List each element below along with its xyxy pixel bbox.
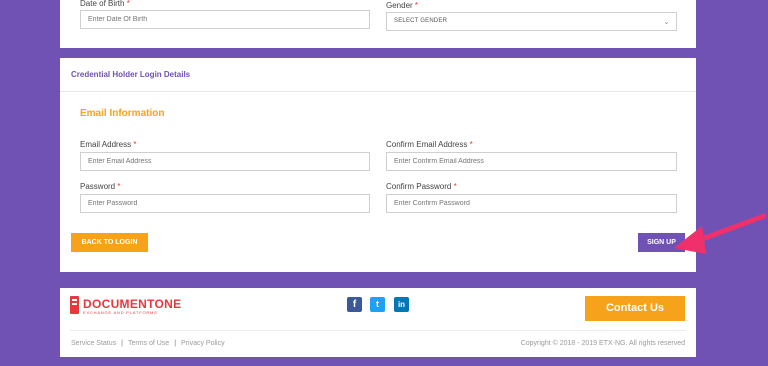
section-title: Credential Holder Login Details [71, 70, 191, 79]
dob-label: Date of Birth * [80, 0, 130, 8]
footer-divider [70, 330, 686, 331]
link-separator: | [174, 340, 177, 347]
email-info-heading: Email Information [80, 108, 165, 119]
confirm-email-label: Confirm Email Address * [386, 140, 473, 149]
email-input[interactable] [80, 152, 370, 171]
logo-tagline: EXCHANGE AND PLATFORMS [83, 310, 158, 315]
link-separator: | [121, 340, 123, 347]
service-status-link[interactable]: Service Status [71, 340, 116, 347]
password-input[interactable] [80, 194, 370, 213]
footer-links: Service Status | Terms of Use | Privacy Poli… [71, 340, 225, 347]
dob-input[interactable] [80, 10, 370, 29]
gender-select[interactable]: SELECT GENDER ⌄ [386, 12, 677, 31]
footer: DOCUMENTONE EXCHANGE AND PLATFORMS f t i… [60, 288, 696, 357]
confirm-password-input[interactable] [386, 194, 677, 213]
facebook-icon[interactable]: f [347, 297, 362, 312]
twitter-icon[interactable]: t [370, 297, 385, 312]
pointer-arrow-icon [674, 213, 767, 254]
contact-us-button[interactable]: Contact Us [585, 296, 685, 321]
password-label: Password * [80, 182, 121, 191]
copyright-text: Copyright © 2018 - 2019 ETX-NG. All righ… [520, 340, 685, 347]
confirm-email-input[interactable] [386, 152, 677, 171]
terms-of-use-link[interactable]: Terms of Use [128, 340, 169, 347]
section-header: Credential Holder Login Details [60, 58, 696, 92]
linkedin-icon[interactable]: in [394, 297, 409, 312]
back-to-login-button[interactable]: BACK TO LOGIN [71, 233, 148, 252]
personal-info-card: Date of Birth * Gender * SELECT GENDER ⌄ [60, 0, 696, 48]
logo-name: DOCUMENTONE [83, 297, 182, 311]
gender-label: Gender * [386, 1, 419, 10]
privacy-policy-link[interactable]: Privacy Policy [181, 340, 225, 347]
gender-select-value: SELECT GENDER [394, 18, 448, 24]
confirm-password-label: Confirm Password * [386, 182, 457, 191]
credential-card: Credential Holder Login Details Email In… [60, 58, 696, 272]
email-label: Email Address * [80, 140, 137, 149]
logo-mark-icon [70, 296, 79, 314]
chevron-down-icon: ⌄ [663, 17, 670, 26]
